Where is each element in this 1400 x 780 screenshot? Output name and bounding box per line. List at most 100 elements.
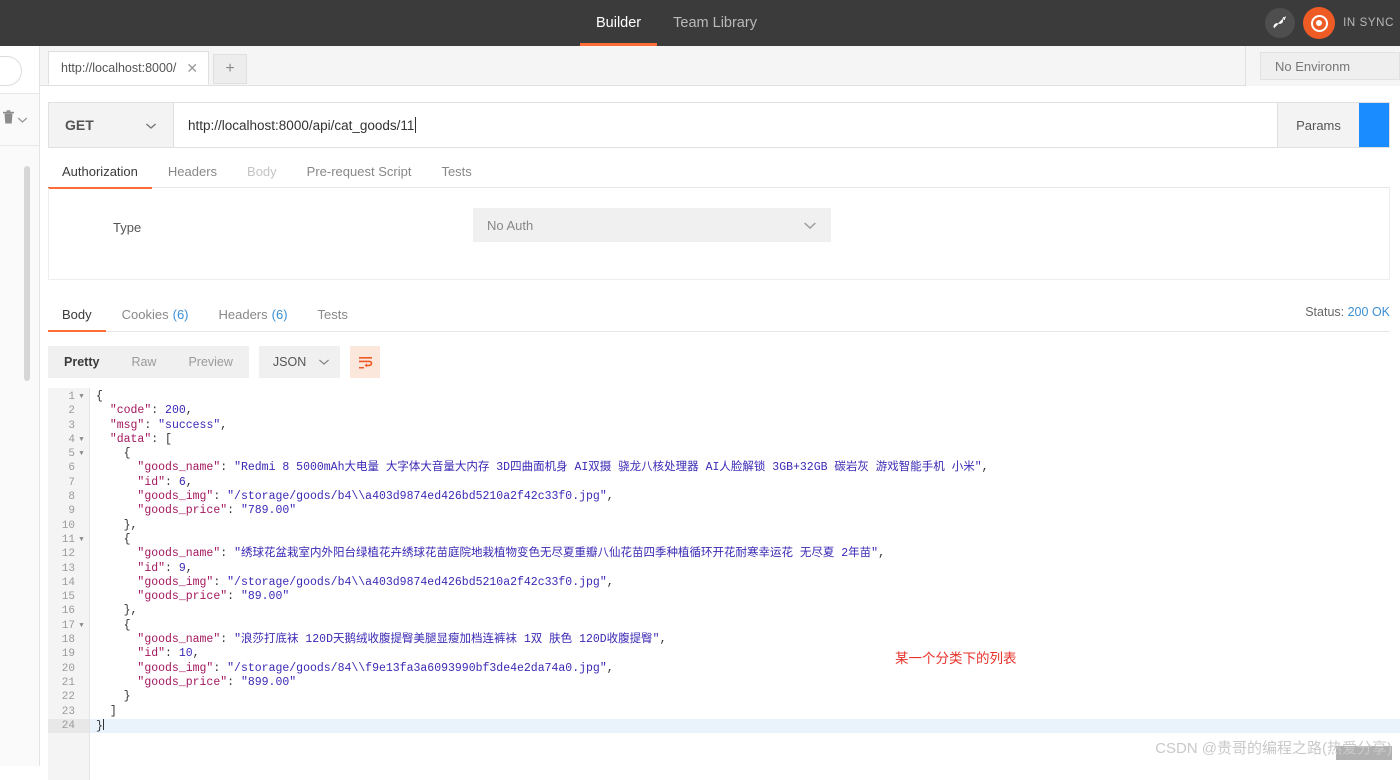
code-token: "/storage/goods/b4\\a403d9874ed426bd5210… bbox=[227, 576, 607, 589]
code-token: "goods_img" bbox=[137, 490, 213, 503]
response-tab-tests-label: Tests bbox=[318, 307, 348, 322]
code-token: : [ bbox=[151, 433, 172, 446]
code-token: : bbox=[165, 562, 179, 575]
code-token: "89.00" bbox=[241, 590, 289, 603]
response-body-viewer[interactable]: 1▼234▼5▼67891011▼121314151617▼1819202122… bbox=[48, 388, 1400, 780]
code-token: }, bbox=[124, 519, 138, 532]
code-token: "goods_price" bbox=[137, 504, 227, 517]
code-token: , bbox=[607, 576, 614, 589]
response-tab-headers-count: (6) bbox=[272, 307, 288, 322]
request-tab-authorization[interactable]: Authorization bbox=[48, 156, 152, 188]
code-token: } bbox=[124, 690, 131, 703]
view-mode-raw[interactable]: Raw bbox=[115, 346, 172, 378]
satellite-dish-icon[interactable] bbox=[1265, 8, 1295, 38]
code-token: "Redmi 8 5000mAh大电量 大字体大音量大内存 3D四曲面机身 AI… bbox=[234, 461, 982, 474]
request-section-tabs: Authorization Headers Body Pre-request S… bbox=[48, 148, 1390, 188]
response-tab-body[interactable]: Body bbox=[48, 298, 106, 331]
code-fold-toggle-icon[interactable]: ▼ bbox=[78, 433, 85, 447]
top-nav-item-team-library[interactable]: Team Library bbox=[657, 0, 773, 46]
code-line: "msg": "success", bbox=[90, 419, 1400, 433]
code-line: { bbox=[90, 619, 1400, 633]
code-line-number: 5▼ bbox=[48, 447, 89, 461]
code-line-number: 23 bbox=[48, 705, 89, 719]
code-token: : bbox=[227, 504, 241, 517]
response-status-value: 200 OK bbox=[1348, 305, 1390, 319]
code-fold-toggle-icon[interactable]: ▼ bbox=[78, 619, 85, 633]
code-line-number-gutter: 1▼234▼5▼67891011▼121314151617▼1819202122… bbox=[48, 388, 90, 780]
code-token: "goods_name" bbox=[137, 633, 220, 646]
code-line: "id": 9, bbox=[90, 562, 1400, 576]
sidebar-scrollbar[interactable] bbox=[24, 166, 30, 381]
code-token: "goods_img" bbox=[137, 662, 213, 675]
code-line: }, bbox=[90, 604, 1400, 618]
code-token: : bbox=[213, 576, 227, 589]
code-line-number: 6 bbox=[48, 461, 89, 475]
code-fold-toggle-icon[interactable]: ▼ bbox=[78, 390, 85, 404]
trash-icon[interactable] bbox=[2, 110, 15, 130]
response-section-tabs: Body Cookies (6) Headers (6) Tests Statu… bbox=[48, 298, 1390, 332]
code-line: "data": [ bbox=[90, 433, 1400, 447]
chevron-down-icon bbox=[318, 355, 330, 369]
send-button[interactable] bbox=[1359, 103, 1389, 147]
view-mode-pretty[interactable]: Pretty bbox=[48, 346, 115, 378]
top-nav: Builder Team Library bbox=[580, 0, 773, 46]
red-annotation-text: 某一个分类下的列表 bbox=[895, 647, 1017, 667]
chevron-down-icon bbox=[145, 117, 157, 133]
request-tab-tests[interactable]: Tests bbox=[427, 156, 485, 188]
code-token: "id" bbox=[137, 647, 165, 660]
response-tab-cookies[interactable]: Cookies (6) bbox=[108, 298, 203, 331]
code-token: "goods_price" bbox=[137, 676, 227, 689]
code-line-number: 11▼ bbox=[48, 533, 89, 547]
code-line: { bbox=[90, 447, 1400, 461]
response-tab-cookies-label: Cookies bbox=[122, 307, 169, 322]
code-line: "goods_img": "/storage/goods/b4\\a403d98… bbox=[90, 576, 1400, 590]
code-token: { bbox=[124, 619, 131, 632]
params-button[interactable]: Params bbox=[1277, 103, 1359, 147]
code-token: "id" bbox=[137, 562, 165, 575]
code-token: "goods_name" bbox=[137, 461, 220, 474]
csdn-watermark: CSDN @贵哥的编程之路(热爱分享) bbox=[1155, 737, 1392, 758]
request-tab-body[interactable]: Body bbox=[233, 156, 291, 188]
code-token: 6 bbox=[179, 476, 186, 489]
code-token: "899.00" bbox=[241, 676, 296, 689]
code-line-number: 15 bbox=[48, 590, 89, 604]
code-token: 10 bbox=[179, 647, 193, 660]
code-line-number: 3 bbox=[48, 419, 89, 433]
code-token: , bbox=[193, 647, 200, 660]
code-token: "绣球花盆栽室内外阳台绿植花卉绣球花苗庭院地栽植物变色无尽夏重瓣八仙花苗四季种植… bbox=[234, 547, 878, 560]
url-input-value: http://localhost:8000/api/cat_goods/11 bbox=[188, 118, 414, 133]
view-mode-preview[interactable]: Preview bbox=[172, 346, 248, 378]
left-sidebar-rail bbox=[0, 46, 40, 766]
code-token: "code" bbox=[110, 404, 151, 417]
authorization-panel: Type No Auth bbox=[48, 188, 1390, 280]
close-icon[interactable]: ✕ bbox=[186, 61, 198, 75]
response-status: Status: 200 OK bbox=[1305, 305, 1390, 319]
word-wrap-icon[interactable] bbox=[350, 346, 380, 378]
response-tab-headers[interactable]: Headers (6) bbox=[205, 298, 302, 331]
add-tab-button[interactable]: + bbox=[213, 54, 247, 84]
request-tab-headers[interactable]: Headers bbox=[154, 156, 231, 188]
top-nav-item-builder[interactable]: Builder bbox=[580, 0, 657, 46]
chevron-down-icon[interactable] bbox=[17, 111, 28, 129]
response-format-label: JSON bbox=[273, 355, 306, 369]
code-token: : bbox=[227, 590, 241, 603]
code-line: "id": 10, bbox=[90, 647, 1400, 661]
sidebar-search-pill[interactable] bbox=[0, 56, 22, 86]
response-tab-tests[interactable]: Tests bbox=[304, 298, 362, 331]
code-token: , bbox=[660, 633, 667, 646]
request-tab[interactable]: http://localhost:8000/ ✕ bbox=[48, 51, 209, 85]
code-fold-toggle-icon[interactable]: ▼ bbox=[78, 533, 85, 547]
auth-type-selector[interactable]: No Auth bbox=[473, 208, 831, 242]
code-token: : bbox=[213, 490, 227, 503]
request-tab-pre-request-script[interactable]: Pre-request Script bbox=[293, 156, 426, 188]
url-input[interactable]: http://localhost:8000/api/cat_goods/11 bbox=[174, 103, 1277, 147]
request-url-row: GET http://localhost:8000/api/cat_goods/… bbox=[48, 102, 1390, 148]
response-format-selector[interactable]: JSON bbox=[259, 346, 340, 378]
sidebar-top-section bbox=[0, 46, 39, 94]
environment-selector[interactable]: No Environm bbox=[1260, 52, 1400, 80]
code-content[interactable]: { "code": 200, "msg": "success", "data":… bbox=[90, 388, 1400, 780]
app-top-bar: Builder Team Library IN SYNC bbox=[0, 0, 1400, 46]
code-token: "msg" bbox=[110, 419, 145, 432]
http-method-selector[interactable]: GET bbox=[49, 103, 174, 147]
code-fold-toggle-icon[interactable]: ▼ bbox=[78, 447, 85, 461]
